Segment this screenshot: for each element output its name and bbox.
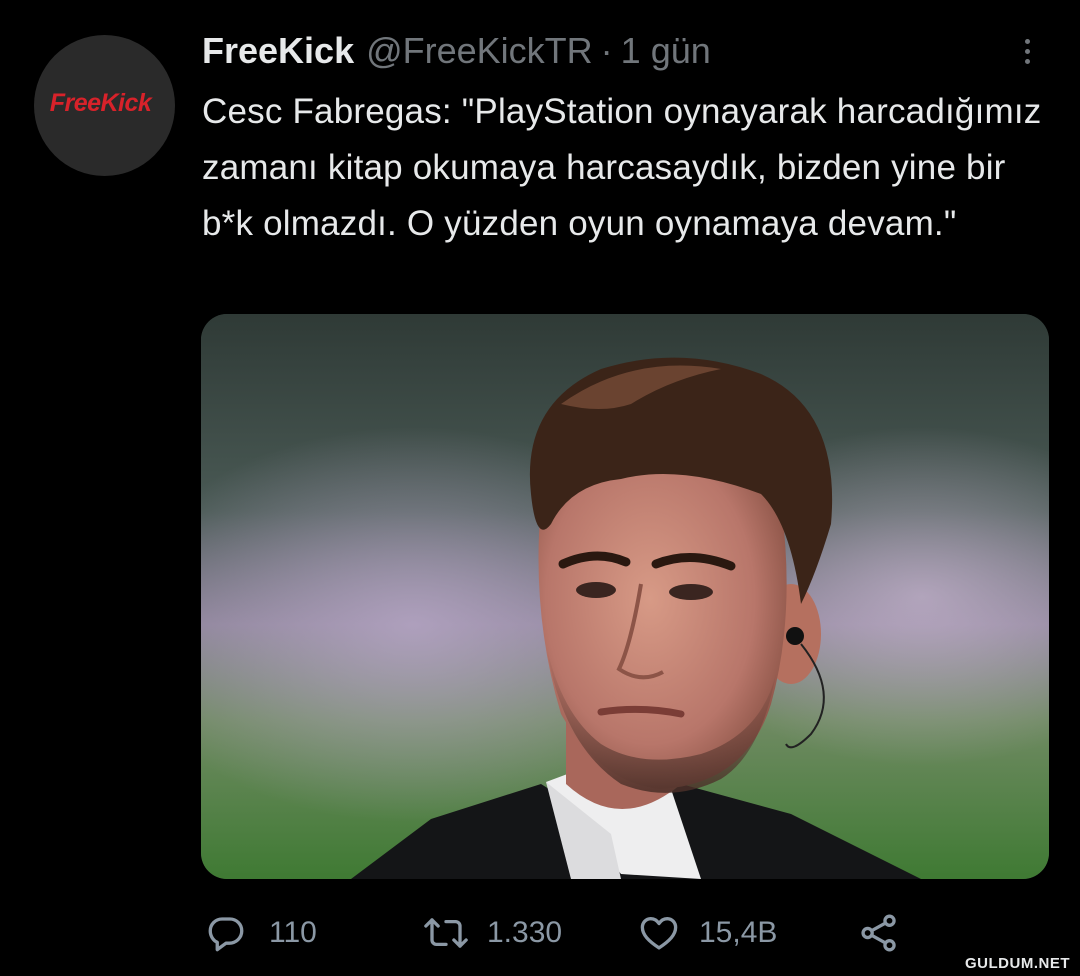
tweet-photo[interactable] xyxy=(201,314,1049,879)
avatar[interactable]: FreeKick xyxy=(34,35,175,176)
share-icon xyxy=(857,912,901,954)
user-handle[interactable]: @FreeKickTR xyxy=(366,30,593,72)
photo-portrait xyxy=(201,314,1049,879)
watermark: GULDUM.NET xyxy=(965,955,1070,972)
tweet-text: Cesc Fabregas: "PlayStation oynayarak ha… xyxy=(202,92,1042,243)
like-button[interactable]: 15,4B xyxy=(637,905,777,961)
retweet-icon xyxy=(423,912,469,954)
reply-icon xyxy=(205,912,247,954)
heart-icon xyxy=(637,912,681,954)
separator: · xyxy=(600,30,613,71)
timestamp[interactable]: 1 gün xyxy=(621,30,711,72)
display-name[interactable]: FreeKick xyxy=(202,30,354,72)
reply-count: 110 xyxy=(269,916,317,949)
freekick-logo: FreeKick xyxy=(49,89,152,117)
reply-button[interactable]: 110 xyxy=(205,905,317,961)
like-count: 15,4B xyxy=(699,916,778,949)
retweet-count: 1.330 xyxy=(487,916,563,949)
tweet-header: FreeKick @FreeKickTR · 1 gün xyxy=(202,30,711,76)
more-options-icon[interactable] xyxy=(1010,34,1044,68)
retweet-button[interactable]: 1.330 xyxy=(423,905,562,961)
tweet-actions: 110 1.330 15,4B xyxy=(205,905,965,961)
share-button[interactable] xyxy=(857,905,901,961)
